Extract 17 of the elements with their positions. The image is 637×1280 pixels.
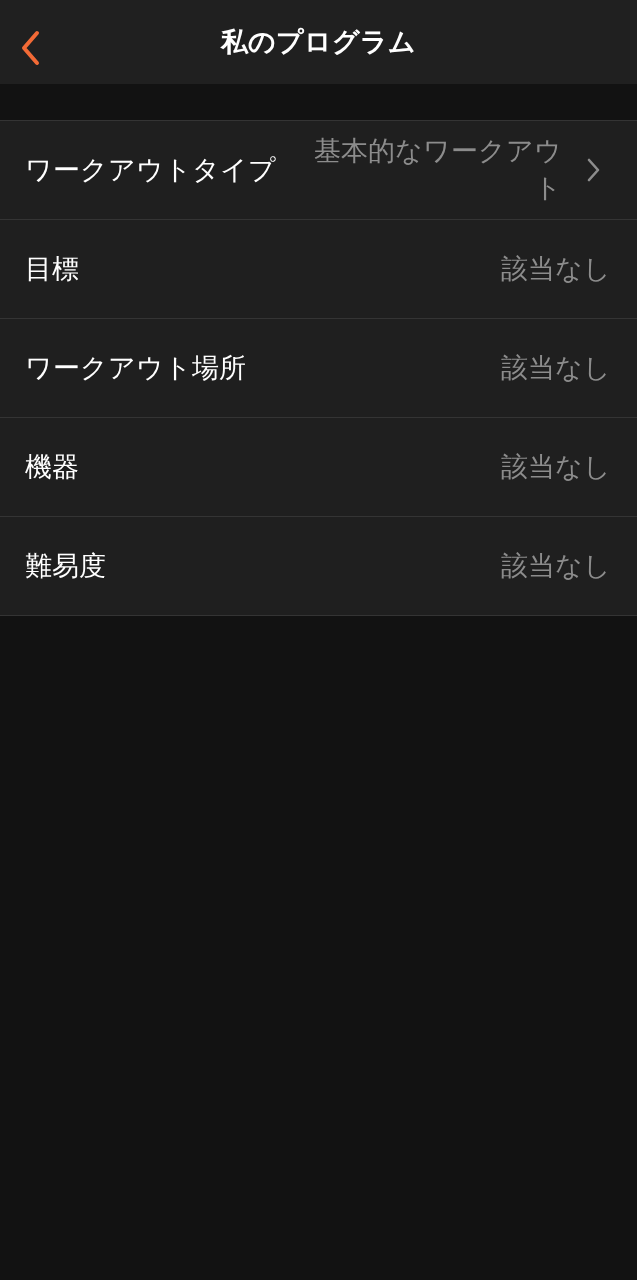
settings-row[interactable]: 機器 該当なし xyxy=(0,417,637,516)
row-label: 難易度 xyxy=(25,549,106,584)
row-value: 該当なし xyxy=(501,449,611,484)
screen-title: 私のプログラム xyxy=(221,25,416,59)
row-value: 該当なし xyxy=(501,251,611,286)
row-label: 目標 xyxy=(25,252,79,287)
row-label: ワークアウトタイプ xyxy=(25,153,276,188)
row-value: 基本的なワークアウト xyxy=(313,134,562,205)
row-value: 該当なし xyxy=(501,350,611,385)
settings-row[interactable]: 難易度 該当なし xyxy=(0,516,637,615)
settings-row[interactable]: ワークアウトタイプ 基本的なワークアウト xyxy=(0,120,637,219)
settings-row[interactable]: ワークアウト場所 該当なし xyxy=(0,318,637,417)
settings-row[interactable]: 目標 該当なし xyxy=(0,219,637,318)
row-label: ワークアウト場所 xyxy=(25,351,246,386)
row-value: 該当なし xyxy=(501,548,611,583)
row-label: 機器 xyxy=(25,450,79,485)
back-icon xyxy=(20,30,40,66)
